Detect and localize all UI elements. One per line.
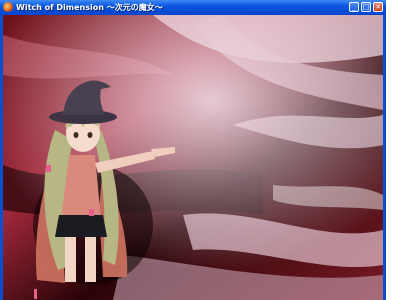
- window-title: Witch of Dimension ～次元の魔女～: [16, 3, 163, 12]
- scene-graphic: [3, 15, 383, 300]
- minimize-icon: _: [352, 3, 356, 11]
- game-app-icon[interactable]: [3, 2, 13, 12]
- close-icon: ✕: [375, 3, 381, 11]
- minimize-button[interactable]: _: [349, 2, 359, 12]
- maximize-button[interactable]: □: [361, 2, 371, 12]
- close-button[interactable]: ✕: [373, 2, 383, 12]
- game-window: Witch of Dimension ～次元の魔女～ _ □ ✕: [0, 0, 386, 300]
- game-canvas[interactable]: [3, 15, 383, 300]
- title-bar[interactable]: Witch of Dimension ～次元の魔女～ _ □ ✕: [0, 0, 386, 15]
- maximize-icon: □: [362, 3, 370, 11]
